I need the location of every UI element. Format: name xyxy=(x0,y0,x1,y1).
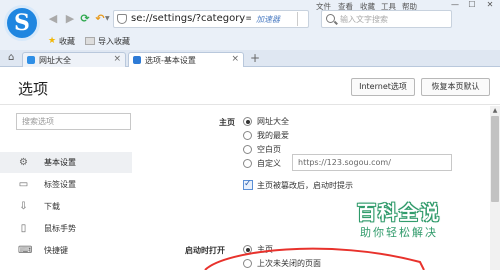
chevron-down-icon[interactable]: ▼ xyxy=(105,15,110,22)
scroll-thumb[interactable] xyxy=(491,116,499,202)
menu-favorites[interactable]: 收藏 xyxy=(360,1,375,12)
nav-item-shortcuts[interactable]: ⌨ 快捷键 xyxy=(0,240,132,261)
nav-label: 快捷键 xyxy=(44,246,68,255)
star-icon: ★ xyxy=(48,36,57,46)
menu-help[interactable]: 帮助 xyxy=(402,1,417,12)
nav-item-tab-settings[interactable]: ▭ 标签设置 xyxy=(0,174,132,195)
radio-button[interactable] xyxy=(243,159,252,168)
restore-defaults-button[interactable]: 恢复本页默认 xyxy=(421,78,490,96)
back-button[interactable]: ◀ xyxy=(46,12,60,26)
radio-label: 自定义 xyxy=(257,159,281,168)
nav-label: 鼠标手势 xyxy=(44,224,76,233)
minimize-button[interactable]: — xyxy=(449,0,461,10)
homepage-tamper-checkbox[interactable] xyxy=(243,179,253,190)
download-icon: ⇩ xyxy=(19,201,28,212)
tabs-icon: ▭ xyxy=(18,179,29,190)
custom-homepage-field[interactable] xyxy=(292,154,452,171)
folder-icon xyxy=(85,37,95,45)
homepage-section-label: 主页 xyxy=(219,118,235,127)
page-title: 选项 xyxy=(18,80,49,98)
address-text[interactable]: se://settings/?category=gene xyxy=(131,13,251,24)
nav-label: 下载 xyxy=(44,202,60,211)
startup-section-label: 启动时打开 xyxy=(185,246,225,255)
browser-toolbar: S ◀ ▶ ⟳ ↶ ▼ se://settings/?category=gene… xyxy=(0,0,500,50)
search-icon xyxy=(326,14,335,23)
scrollbar[interactable]: ▲ xyxy=(490,106,500,270)
search-input[interactable] xyxy=(340,13,448,25)
close-icon[interactable]: × xyxy=(231,54,239,64)
nav-label: 标签设置 xyxy=(44,180,76,189)
maximize-button[interactable]: ☐ xyxy=(466,0,478,10)
tab-strip: ⌂ 网址大全 × 选项-基本设置 × + xyxy=(0,50,500,67)
import-favorites-button[interactable]: 导入收藏 xyxy=(98,36,130,47)
scroll-up-arrow[interactable]: ▲ xyxy=(490,106,500,115)
radio-button[interactable] xyxy=(243,145,252,154)
close-button[interactable]: ✕ xyxy=(484,0,496,10)
radio-label: 上次未关闭的页面 xyxy=(257,259,321,268)
favorites-button[interactable]: 收藏 xyxy=(59,36,75,47)
radio-label: 网址大全 xyxy=(257,117,289,126)
radio-button[interactable] xyxy=(243,131,252,140)
close-icon[interactable]: × xyxy=(113,54,121,64)
radio-label: 我的最爱 xyxy=(257,131,289,140)
tab-settings[interactable]: 选项-基本设置 × xyxy=(128,52,244,67)
keyboard-icon: ⌨ xyxy=(18,245,33,256)
nav-label: 基本设置 xyxy=(44,158,76,167)
radio-button[interactable] xyxy=(243,259,252,268)
radio-label: 主页 xyxy=(257,245,273,254)
address-divider xyxy=(297,12,298,26)
forward-button[interactable]: ▶ xyxy=(63,12,77,26)
radio-label: 空白页 xyxy=(257,145,281,154)
tab-label: 选项-基本设置 xyxy=(145,56,196,65)
divider xyxy=(0,104,500,105)
settings-content: 主页 网址大全 我的最爱 空白页 自定义 主页被篡改后，启动时提示 启动时打开 … xyxy=(140,110,490,270)
nav-item-mouse-gestures[interactable]: ▯ 鼠标手势 xyxy=(0,218,132,239)
menu-file[interactable]: 文件 xyxy=(316,1,331,12)
tab-label: 网址大全 xyxy=(39,56,71,65)
custom-url-input[interactable] xyxy=(293,155,451,170)
radio-button[interactable] xyxy=(243,117,252,126)
watermark-slogan: 助你轻松解决 xyxy=(360,226,438,239)
checkbox-label: 主页被篡改后，启动时提示 xyxy=(257,181,353,190)
new-tab-button[interactable]: + xyxy=(250,52,260,64)
menu-view[interactable]: 查看 xyxy=(338,1,353,12)
internet-options-button[interactable]: Internet选项 xyxy=(351,78,415,96)
search-box[interactable] xyxy=(321,10,452,28)
globe-icon xyxy=(27,56,35,64)
address-bar[interactable]: se://settings/?category=gene 加速器 xyxy=(113,10,309,28)
settings-search[interactable] xyxy=(16,113,131,130)
menu-tools[interactable]: 工具 xyxy=(381,1,396,12)
watermark: 百科全说 助你轻松解决 xyxy=(334,198,464,244)
nav-item-basic-settings[interactable]: ⚙ 基本设置 xyxy=(0,152,132,173)
radio-button[interactable] xyxy=(243,245,252,254)
nav-item-download[interactable]: ⇩ 下载 xyxy=(0,196,132,217)
tab-web-directory[interactable]: 网址大全 × xyxy=(22,52,126,67)
accelerator-label[interactable]: 加速器 xyxy=(256,14,280,25)
settings-search-input[interactable] xyxy=(17,114,130,129)
settings-tab-icon xyxy=(133,56,141,64)
watermark-logo: 百科全说 xyxy=(356,202,441,224)
sogou-logo[interactable]: S xyxy=(4,5,40,41)
shield-icon xyxy=(117,14,127,24)
mouse-icon: ▯ xyxy=(20,223,27,234)
gear-icon: ⚙ xyxy=(19,157,28,168)
home-icon[interactable]: ⌂ xyxy=(8,53,14,63)
refresh-button[interactable]: ⟳ xyxy=(78,12,92,26)
